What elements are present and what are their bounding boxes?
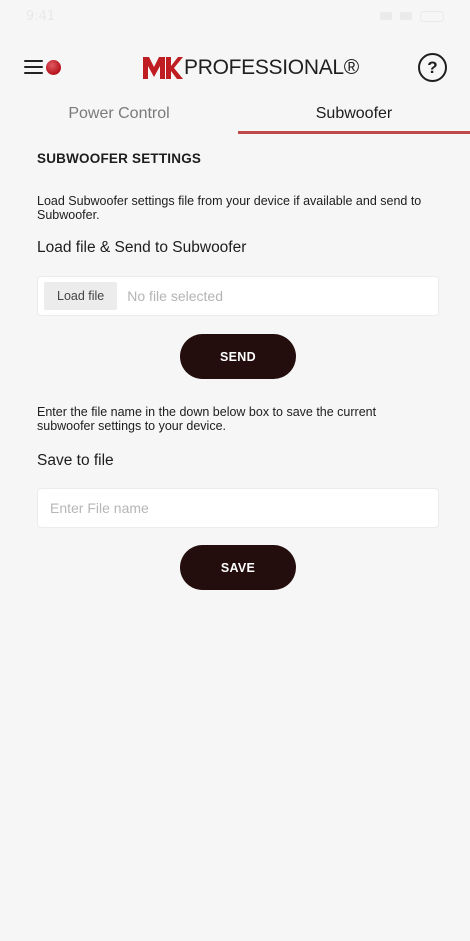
logo-wordmark: PROFESSIONAL® xyxy=(184,56,359,79)
help-icon: ? xyxy=(427,57,438,77)
mk-logo-mark xyxy=(143,57,183,79)
tab-bar: Power Control Subwoofer xyxy=(0,92,470,135)
wifi-icon xyxy=(400,12,412,20)
active-tab-indicator xyxy=(238,131,470,134)
menu-button[interactable] xyxy=(24,54,68,80)
load-file-button[interactable]: Load file xyxy=(44,282,118,310)
file-picker: Load file No file selected xyxy=(37,276,439,316)
save-button[interactable]: SAVE xyxy=(180,545,296,590)
help-button[interactable]: ? xyxy=(418,53,447,82)
tab-subwoofer[interactable]: Subwoofer xyxy=(238,92,470,135)
filename-input[interactable] xyxy=(37,488,439,528)
section-title: SUBWOOFER SETTINGS xyxy=(37,151,202,166)
load-description: Load Subwoofer settings file from your d… xyxy=(37,194,422,222)
brand-logo: PROFESSIONAL® xyxy=(143,54,359,82)
tab-label: Power Control xyxy=(68,104,170,122)
save-description: Enter the file name in the down below bo… xyxy=(37,405,377,433)
status-time: 9:41 xyxy=(26,8,56,24)
status-icons xyxy=(380,10,444,22)
tab-label: Subwoofer xyxy=(315,104,393,122)
send-button[interactable]: SEND xyxy=(180,334,296,379)
status-bar: 9:41 xyxy=(0,0,470,32)
hamburger-menu-icon xyxy=(24,59,43,75)
connection-status-indicator xyxy=(46,59,61,75)
save-label: Save to file xyxy=(37,452,114,469)
load-label: Load file & Send to Subwoofer xyxy=(37,239,247,256)
file-status: No file selected xyxy=(127,288,223,304)
signal-icon xyxy=(380,12,392,20)
app-header: PROFESSIONAL® ? xyxy=(0,44,470,90)
battery-icon xyxy=(420,10,444,22)
tab-power-control[interactable]: Power Control xyxy=(0,92,238,135)
